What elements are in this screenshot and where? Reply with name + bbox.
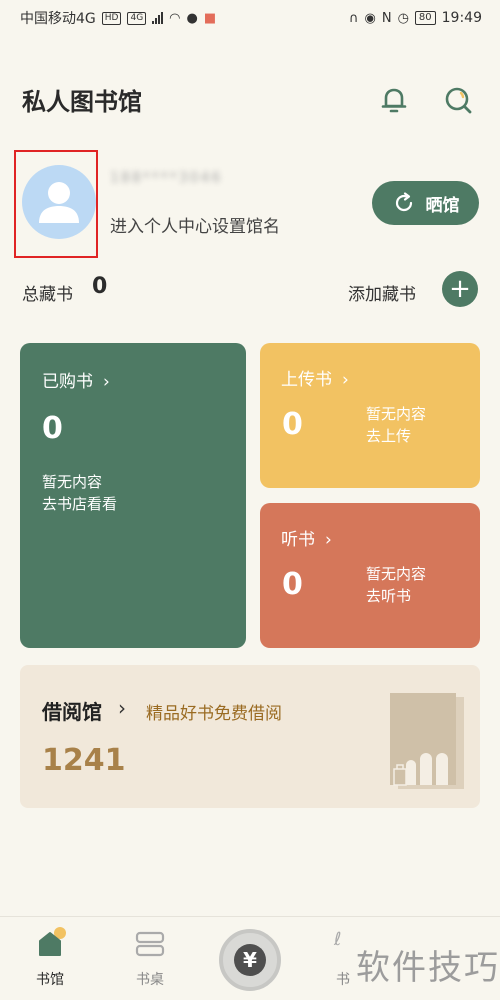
nav-tab-desk-label: 书桌	[136, 972, 164, 988]
status-left: 中国移动4G HD 4G ◠ ● ■	[20, 8, 216, 28]
go-listen-link[interactable]: 去听书	[366, 585, 426, 607]
carrier-text: 中国移动4G	[20, 11, 96, 27]
listen-empty-text: 暂无内容 去听书	[366, 563, 426, 607]
watermark-text: 软件技巧	[356, 948, 500, 988]
chevron-right-icon: ›	[103, 372, 110, 392]
lending-count: 1241	[42, 743, 126, 778]
chevron-right-icon: ›	[342, 370, 349, 390]
card-title-row: 听书 ›	[281, 525, 332, 550]
notification-button[interactable]	[376, 82, 412, 118]
card-title-row: 已购书 ›	[42, 367, 110, 392]
status-bar: 中国移动4G HD 4G ◠ ● ■ ∩ ◉ N ◷ 80 19:49	[0, 0, 500, 36]
upload-count: 0	[282, 407, 303, 442]
uploaded-books-card[interactable]: 上传书 › 0 暂无内容 去上传	[260, 343, 480, 488]
home-icon	[39, 927, 66, 956]
search-button[interactable]	[440, 82, 476, 118]
add-collection-button[interactable]: +	[442, 271, 478, 307]
show-library-button[interactable]: 晒馆	[372, 181, 479, 225]
listen-title: 听书	[281, 530, 315, 550]
purchased-count: 0	[42, 411, 63, 446]
card-title-row: 上传书 ›	[281, 365, 349, 390]
show-library-label: 晒馆	[425, 195, 460, 216]
nfc-icon: N	[381, 10, 392, 26]
lending-library-card[interactable]: 借阅馆 › 精品好书免费借阅 1241	[20, 665, 480, 808]
upload-title: 上传书	[281, 370, 332, 390]
nav-tab-partial-label: 书	[336, 972, 350, 988]
nav-tab-library-label: 书馆	[36, 972, 64, 988]
app-notification-icon: ●	[186, 10, 198, 26]
battery-icon: 80	[414, 11, 436, 25]
profile-tab-icon[interactable]: ℓ	[334, 929, 341, 950]
purchased-books-card[interactable]: 已购书 › 0 暂无内容 去书店看看	[20, 343, 246, 648]
search-icon	[445, 87, 472, 114]
purchased-empty-text: 暂无内容 去书店看看	[42, 471, 117, 515]
status-right: ∩ ◉ N ◷ 80 19:49	[349, 10, 482, 26]
total-collection-count: 0	[92, 274, 108, 299]
nav-tab-library[interactable]: 书馆	[20, 917, 80, 988]
purchased-empty-line1: 暂无内容	[42, 473, 103, 491]
add-collection-label[interactable]: 添加藏书	[348, 280, 416, 305]
wifi-icon: ◠	[169, 10, 181, 26]
audiobooks-card[interactable]: 听书 › 0 暂无内容 去听书	[260, 503, 480, 648]
hd-badge: HD	[101, 11, 122, 25]
library-building-illustration	[390, 693, 464, 789]
chevron-right-icon: ›	[325, 530, 332, 550]
desk-icon	[135, 931, 165, 957]
clock-text: 19:49	[441, 10, 482, 26]
bell-icon	[381, 88, 407, 113]
nav-tab-desk[interactable]: 书桌	[120, 917, 180, 988]
headphone-icon: ∩	[348, 10, 359, 26]
coin-symbol: ¥	[243, 948, 257, 972]
go-bookstore-link[interactable]: 去书店看看	[42, 493, 117, 515]
profile-settings-link[interactable]: 进入个人中心设置馆名	[110, 212, 280, 237]
avatar[interactable]	[22, 165, 96, 239]
upload-empty-line1: 暂无内容	[366, 405, 427, 423]
lending-subtitle: 精品好书免费借阅	[146, 704, 282, 724]
app-store-icon: ■	[203, 10, 217, 26]
listen-empty-line1: 暂无内容	[366, 565, 427, 583]
refresh-icon	[395, 192, 412, 212]
go-upload-link[interactable]: 去上传	[366, 425, 426, 447]
user-id-masked: 188****3046	[110, 170, 223, 186]
coin-icon: ¥	[234, 944, 266, 976]
alarm-icon: ◷	[397, 10, 409, 26]
network-badge: 4G	[127, 11, 147, 25]
total-collection-label: 总藏书	[22, 285, 73, 305]
lending-title: 借阅馆	[42, 700, 102, 724]
purchased-title: 已购书	[42, 372, 93, 392]
eye-icon: ◉	[364, 10, 376, 26]
plus-icon: +	[449, 274, 471, 304]
chevron-right-icon: ›	[118, 696, 126, 720]
listen-count: 0	[282, 567, 303, 602]
nav-center-coin-button[interactable]: ¥	[219, 929, 281, 991]
upload-empty-text: 暂无内容 去上传	[366, 403, 426, 447]
user-icon	[39, 182, 79, 223]
page-title: 私人图书馆	[22, 87, 142, 116]
signal-icon	[152, 12, 164, 24]
